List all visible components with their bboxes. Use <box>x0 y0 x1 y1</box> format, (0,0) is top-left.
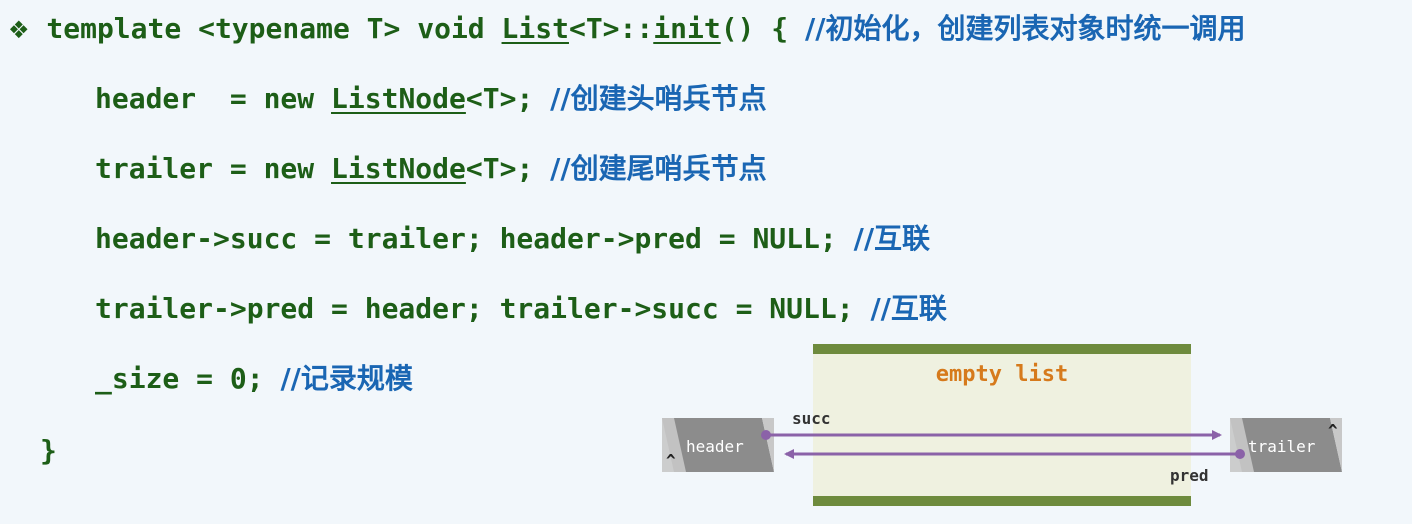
class-name-link: List <box>501 12 569 45</box>
code-comment: //创建尾哨兵节点 <box>550 152 767 185</box>
code-line-5: trailer->pred = header; trailer->succ = … <box>95 292 947 326</box>
code-line-2: header = new ListNode<T>; //创建头哨兵节点 <box>95 82 767 116</box>
code-line-3: trailer = new ListNode<T>; //创建尾哨兵节点 <box>95 152 767 186</box>
code-text: template <typename T> void <box>46 12 502 45</box>
code-text: <T>; <box>465 152 551 185</box>
code-line-4: header->succ = trailer; header->pred = N… <box>95 222 930 256</box>
succ-arrow <box>761 430 1222 440</box>
code-comment: //创建头哨兵节点 <box>550 82 767 115</box>
trailer-node-label: trailer <box>1248 437 1316 456</box>
code-comment: //记录规模 <box>280 362 413 395</box>
pred-arrow <box>784 449 1245 459</box>
code-text: trailer->pred = header; trailer->succ = … <box>95 292 871 325</box>
code-text: _size = 0; <box>95 362 281 395</box>
closing-brace: } <box>40 434 57 467</box>
header-node: header ^ <box>662 418 774 472</box>
header-node-label: header <box>686 437 744 456</box>
trailer-caret: ^ <box>1328 421 1338 440</box>
diagram-svg: header ^ trailer ^ succ pred <box>662 409 1342 485</box>
method-name-link: init <box>653 12 721 45</box>
trailer-node: trailer ^ <box>1230 418 1342 472</box>
succ-label: succ <box>792 409 831 428</box>
code-text: header->succ = trailer; header->pred = N… <box>95 222 854 255</box>
code-comment: //互联 <box>870 292 947 325</box>
code-text: trailer = new <box>95 152 332 185</box>
header-caret: ^ <box>666 451 676 470</box>
code-line-7: } <box>40 434 57 468</box>
code-text: <T>; <box>465 82 551 115</box>
bullet-icon: ❖ <box>8 16 30 44</box>
empty-list-diagram: empty list header ^ trailer ^ succ pred <box>660 344 1350 510</box>
code-text: () { <box>720 12 805 45</box>
type-name-link: ListNode <box>331 82 466 115</box>
code-comment: //互联 <box>853 222 931 255</box>
code-text: <T>:: <box>568 12 654 45</box>
pred-label: pred <box>1170 466 1209 485</box>
code-line-1: ❖ template <typename T> void List<T>::in… <box>8 12 1245 47</box>
code-line-6: _size = 0; //记录规模 <box>95 362 413 396</box>
code-text: header = new <box>95 82 332 115</box>
code-comment: //初始化，创建列表对象时统一调用 <box>805 12 1246 45</box>
type-name-link: ListNode <box>331 152 466 185</box>
